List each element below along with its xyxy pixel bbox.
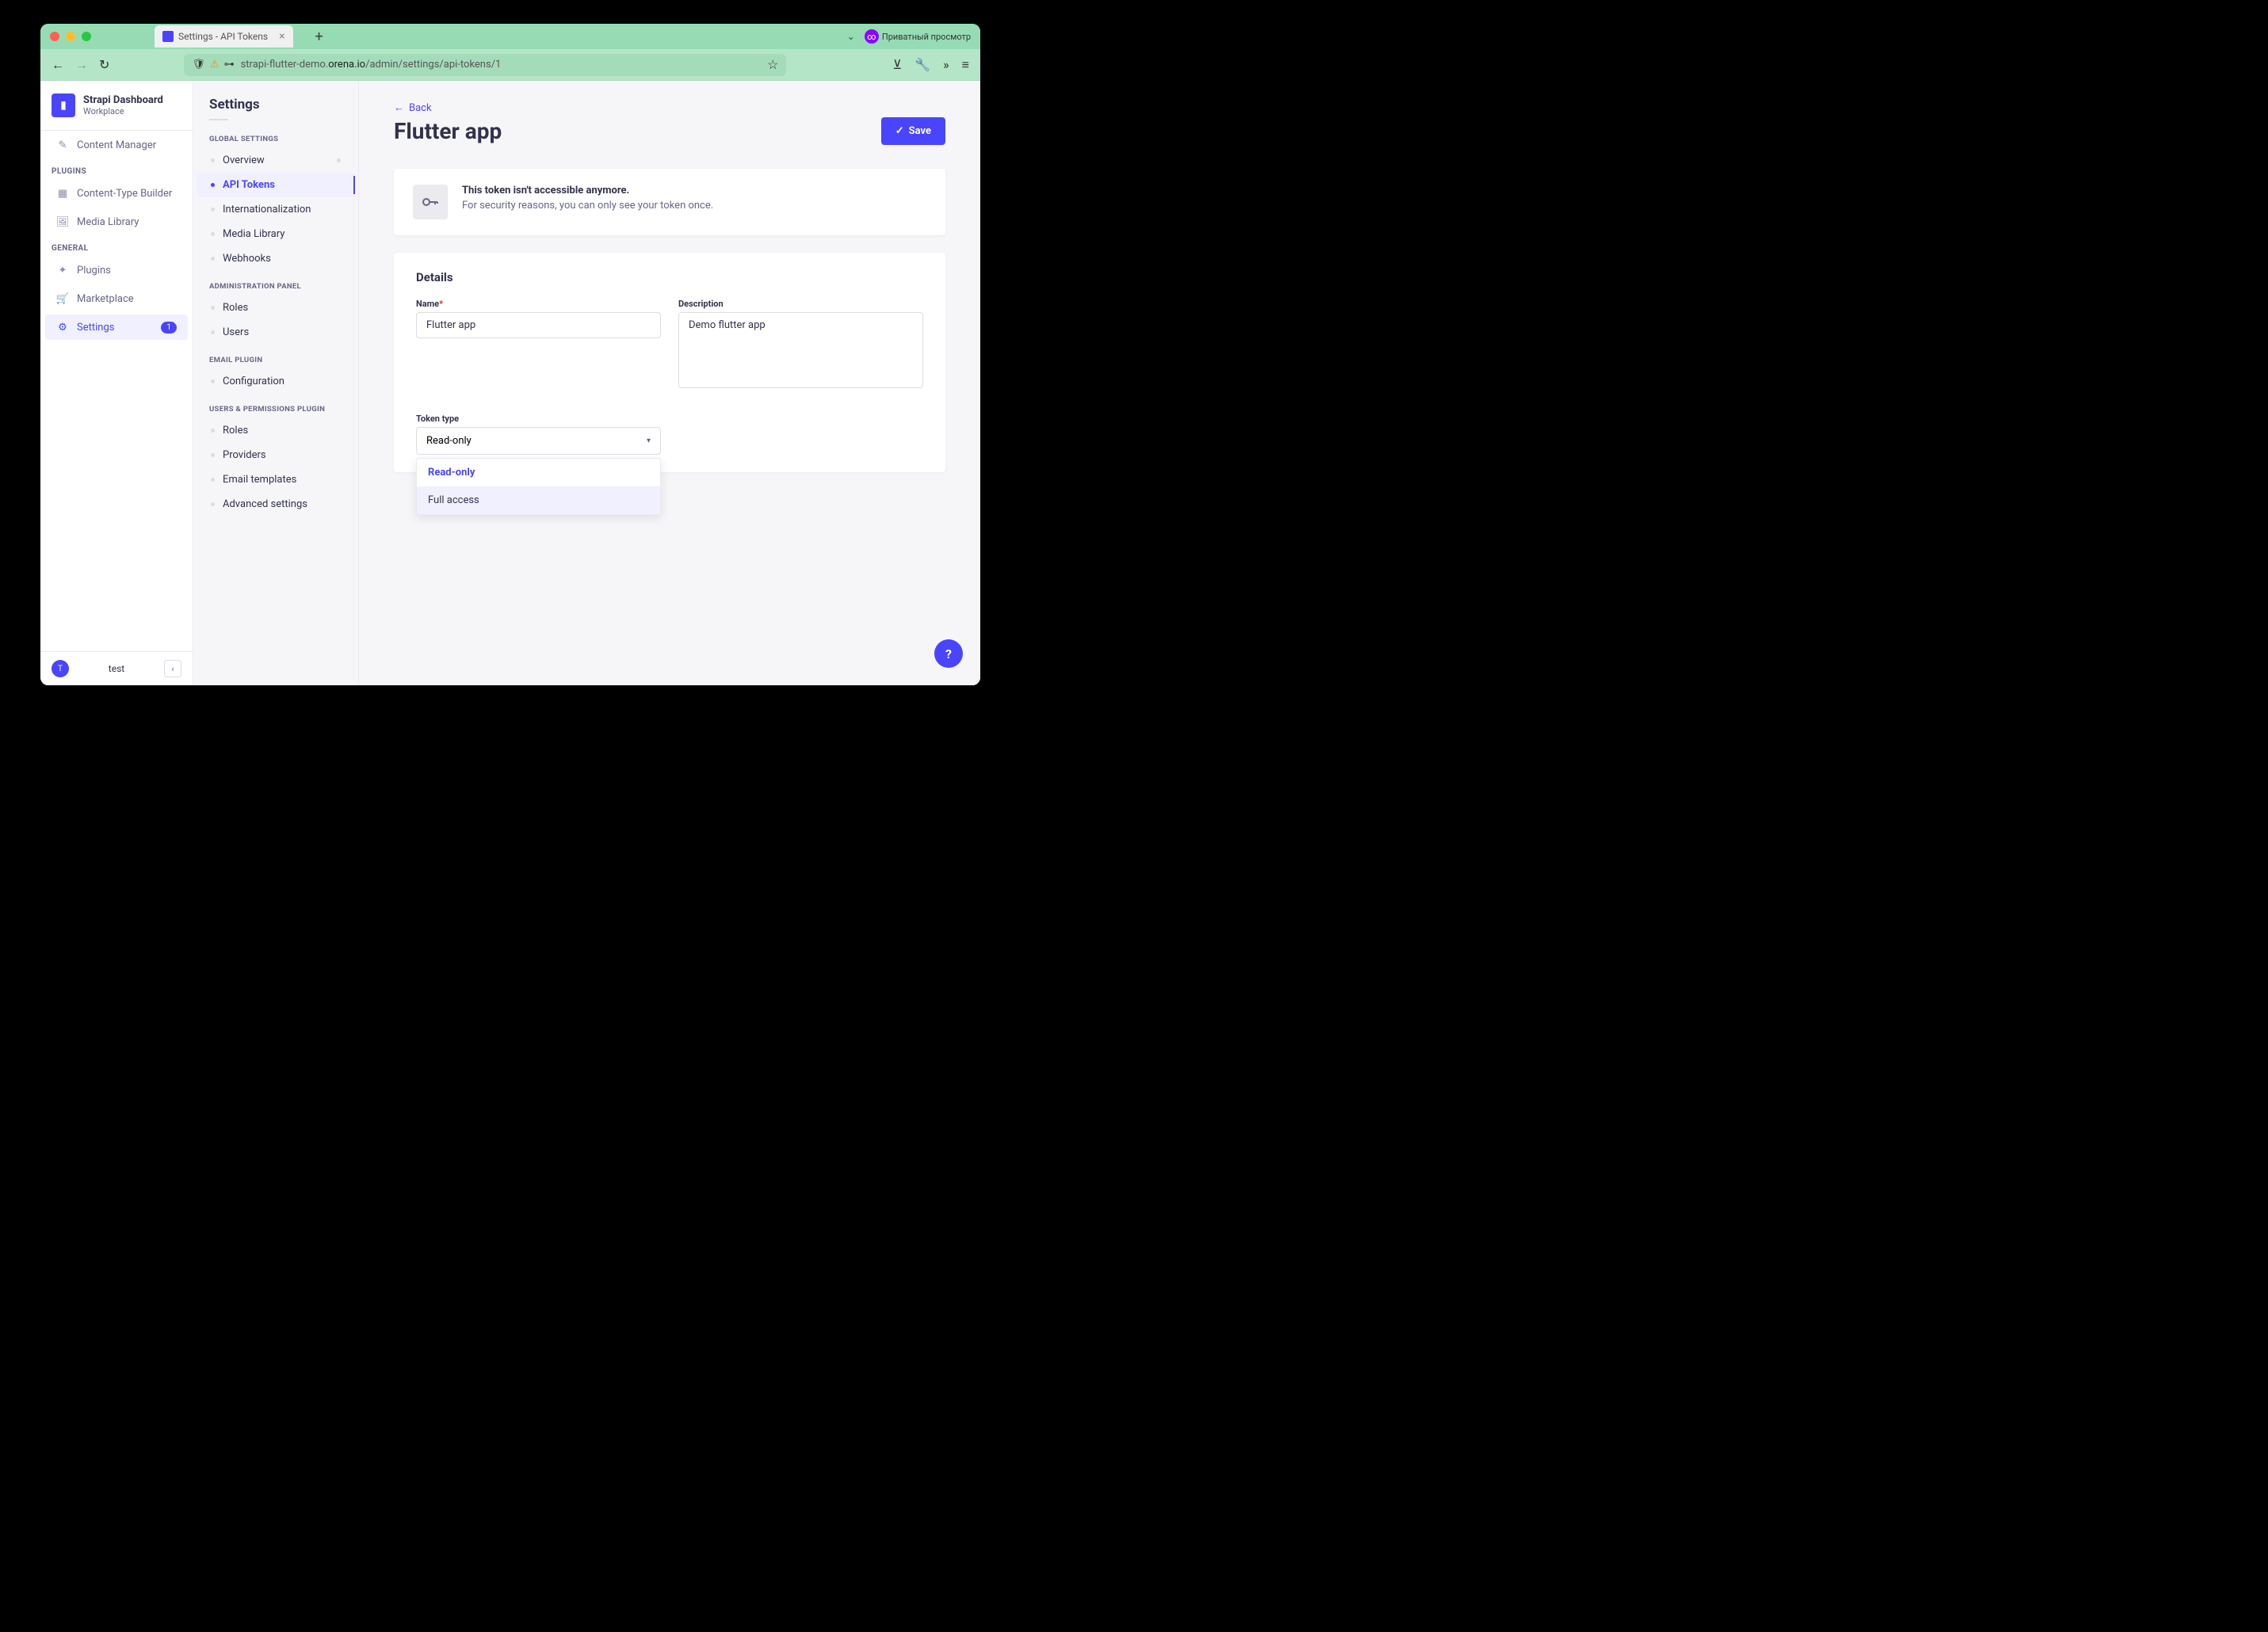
settings-email-configuration[interactable]: Configuration bbox=[197, 369, 355, 394]
avatar[interactable]: T bbox=[52, 660, 69, 677]
group-permissions: USERS & PERMISSIONS PLUGIN bbox=[197, 403, 355, 418]
token-type-select[interactable]: Read-only ▾ bbox=[416, 427, 661, 455]
section-general: GENERAL bbox=[40, 236, 193, 256]
strapi-logo-icon: ▮ bbox=[52, 93, 75, 117]
browser-window: Settings - API Tokens × + ⌄ ∞ Приватный … bbox=[40, 24, 980, 685]
lock-warning-icon[interactable]: ⚠ bbox=[210, 59, 220, 71]
title-bar: Settings - API Tokens × + ⌄ ∞ Приватный … bbox=[40, 24, 980, 49]
settings-overview[interactable]: Overview bbox=[197, 148, 355, 173]
settings-perm-roles[interactable]: Roles bbox=[197, 418, 355, 443]
cart-icon: 🛒 bbox=[56, 292, 69, 305]
warning-body: For security reasons, you can only see y… bbox=[462, 200, 713, 212]
puzzle-icon: ✦ bbox=[56, 264, 69, 276]
check-icon: ✓ bbox=[895, 125, 904, 137]
collapse-sidebar-button[interactable]: ‹ bbox=[164, 660, 181, 677]
menu-icon[interactable]: ≡ bbox=[962, 57, 969, 73]
settings-webhooks[interactable]: Webhooks bbox=[197, 246, 355, 271]
token-type-dropdown: Read-only Full access bbox=[416, 458, 661, 515]
settings-email-templates[interactable]: Email templates bbox=[197, 467, 355, 492]
overflow-icon[interactable]: » bbox=[943, 57, 949, 73]
description-label: Description bbox=[678, 299, 923, 309]
details-heading: Details bbox=[416, 270, 923, 284]
nav-plugins[interactable]: ✦ Plugins bbox=[45, 257, 188, 283]
gear-icon: ⚙ bbox=[56, 321, 69, 334]
settings-internationalization[interactable]: Internationalization bbox=[197, 197, 355, 222]
description-textarea[interactable]: Demo flutter app bbox=[678, 312, 923, 388]
key-icon bbox=[413, 185, 448, 219]
help-button[interactable]: ? bbox=[934, 639, 963, 668]
token-type-value: Read-only bbox=[426, 435, 472, 447]
description-field: Description Demo flutter app bbox=[678, 299, 923, 391]
devtools-icon[interactable]: 🔧 bbox=[914, 57, 930, 73]
tabs-dropdown-icon[interactable]: ⌄ bbox=[847, 31, 855, 42]
shield-icon[interactable]: 🛡 bbox=[192, 59, 205, 71]
settings-media-library[interactable]: Media Library bbox=[197, 222, 355, 246]
settings-sidebar: Settings GLOBAL SETTINGS Overview API To… bbox=[193, 81, 359, 685]
nav-header: ▮ Strapi Dashboard Workplace bbox=[40, 81, 193, 130]
browser-toolbar: ← → ↻ 🛡 ⚠ ⊶ strapi-flutter-demo.orena.io… bbox=[40, 49, 980, 81]
private-mode-badge: ∞ Приватный просмотр bbox=[865, 29, 971, 44]
nav-content-manager[interactable]: ✎ Content Manager bbox=[45, 132, 188, 158]
name-field: Name* bbox=[416, 299, 661, 391]
token-type-label: Token type bbox=[416, 414, 661, 424]
page-title: Flutter app bbox=[394, 118, 502, 144]
group-admin: ADMINISTRATION PANEL bbox=[197, 280, 355, 296]
traffic-lights bbox=[50, 32, 91, 41]
layout-icon: ▦ bbox=[56, 187, 69, 200]
image-icon: 🖼 bbox=[56, 215, 69, 228]
section-plugins: PLUGINS bbox=[40, 159, 193, 179]
settings-admin-roles[interactable]: Roles bbox=[197, 296, 355, 320]
option-full-access[interactable]: Full access bbox=[417, 486, 660, 514]
user-name: test bbox=[77, 663, 156, 674]
key-icon[interactable]: ⊶ bbox=[224, 59, 235, 71]
arrow-left-icon: ← bbox=[394, 101, 404, 114]
nav-footer: T test ‹ bbox=[40, 651, 193, 685]
token-type-field: Token type Read-only ▾ Read-only Full ac… bbox=[416, 414, 661, 455]
warning-title: This token isn't accessible anymore. bbox=[462, 185, 713, 196]
incognito-icon: ∞ bbox=[865, 29, 879, 44]
save-button[interactable]: ✓ Save bbox=[881, 117, 945, 145]
settings-providers[interactable]: Providers bbox=[197, 443, 355, 467]
maximize-window-button[interactable] bbox=[82, 32, 91, 41]
chevron-down-icon: ▾ bbox=[647, 437, 651, 445]
pencil-icon: ✎ bbox=[56, 139, 69, 151]
nav-content-type-builder[interactable]: ▦ Content-Type Builder bbox=[45, 181, 188, 206]
app-title: Strapi Dashboard bbox=[83, 94, 163, 106]
bookmark-star-icon[interactable]: ☆ bbox=[767, 57, 778, 72]
favicon-icon bbox=[162, 31, 174, 42]
settings-api-tokens[interactable]: API Tokens bbox=[197, 173, 355, 197]
main-nav-sidebar: ▮ Strapi Dashboard Workplace ✎ Content M… bbox=[40, 81, 193, 685]
browser-tab[interactable]: Settings - API Tokens × bbox=[155, 25, 293, 48]
close-window-button[interactable] bbox=[50, 32, 59, 41]
pocket-icon[interactable]: ⊻ bbox=[893, 57, 903, 73]
reload-button[interactable]: ↻ bbox=[99, 57, 109, 72]
settings-admin-users[interactable]: Users bbox=[197, 320, 355, 345]
token-warning-box: This token isn't accessible anymore. For… bbox=[394, 169, 945, 235]
name-input[interactable] bbox=[416, 312, 661, 338]
settings-badge: 1 bbox=[161, 322, 177, 334]
forward-button[interactable]: → bbox=[75, 57, 88, 73]
settings-title: Settings bbox=[197, 97, 355, 116]
details-card: Details Name* Description Demo flutter a… bbox=[394, 253, 945, 472]
nav-media-library[interactable]: 🖼 Media Library bbox=[45, 209, 188, 235]
group-global: GLOBAL SETTINGS bbox=[197, 133, 355, 148]
back-link[interactable]: ← Back bbox=[394, 101, 945, 114]
close-tab-button[interactable]: × bbox=[279, 30, 284, 43]
tab-title: Settings - API Tokens bbox=[178, 31, 268, 42]
minimize-window-button[interactable] bbox=[66, 32, 75, 41]
option-read-only[interactable]: Read-only bbox=[417, 459, 660, 486]
address-bar[interactable]: 🛡 ⚠ ⊶ strapi-flutter-demo.orena.io/admin… bbox=[184, 54, 786, 76]
url-text: strapi-flutter-demo.orena.io/admin/setti… bbox=[241, 59, 502, 71]
new-tab-button[interactable]: + bbox=[315, 29, 323, 45]
app-subtitle: Workplace bbox=[83, 106, 163, 116]
name-label: Name* bbox=[416, 299, 661, 309]
settings-advanced[interactable]: Advanced settings bbox=[197, 492, 355, 517]
back-button[interactable]: ← bbox=[52, 57, 64, 73]
group-email: EMAIL PLUGIN bbox=[197, 354, 355, 369]
nav-settings[interactable]: ⚙ Settings 1 bbox=[45, 315, 188, 340]
nav-marketplace[interactable]: 🛒 Marketplace bbox=[45, 286, 188, 311]
main-content: ← Back Flutter app ✓ Save This token isn… bbox=[359, 81, 980, 685]
